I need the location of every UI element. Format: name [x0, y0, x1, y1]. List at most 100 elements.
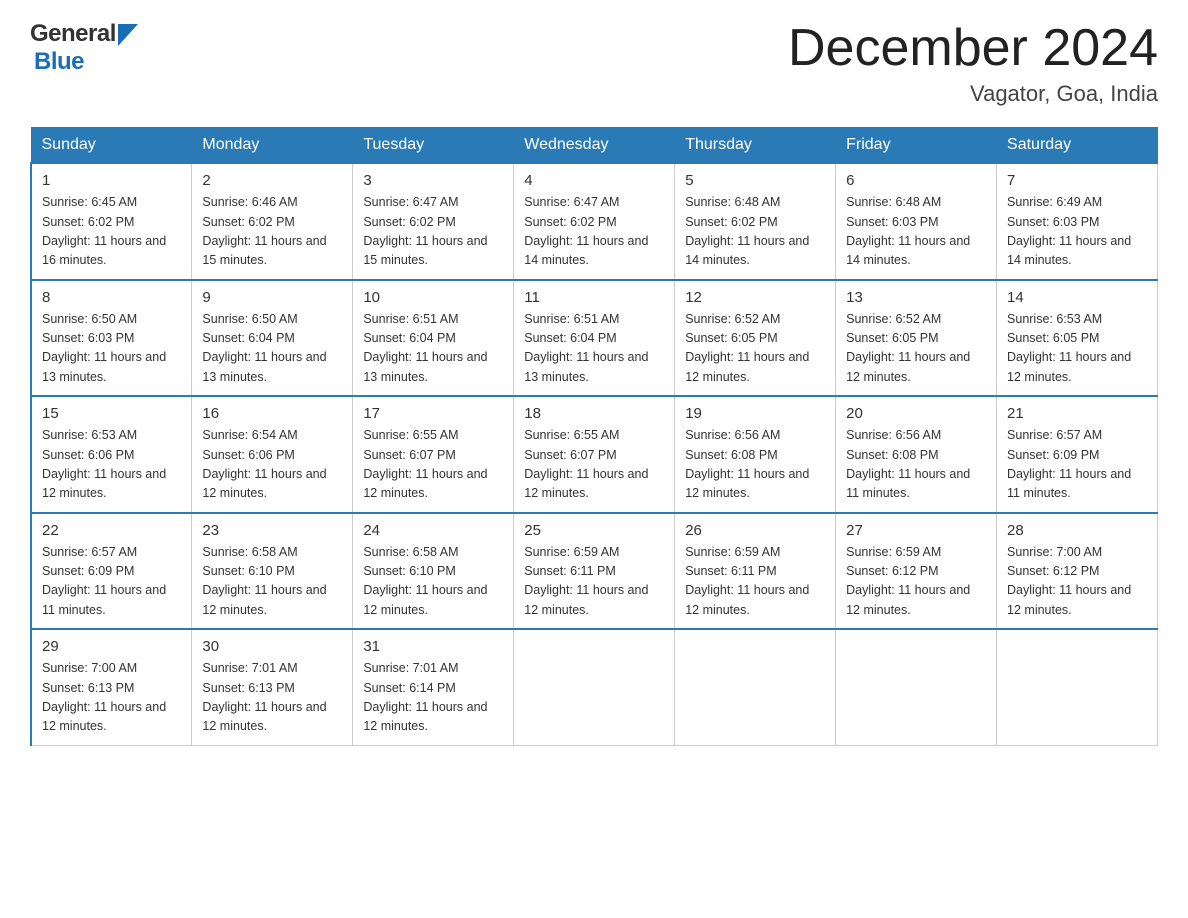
calendar-cell: 26 Sunrise: 6:59 AMSunset: 6:11 PMDayligh… — [675, 513, 836, 630]
day-number: 16 — [202, 405, 342, 422]
day-number: 27 — [846, 522, 986, 539]
logo-triangle-icon — [118, 24, 138, 46]
calendar-cell — [997, 629, 1158, 745]
calendar-cell: 7 Sunrise: 6:49 AMSunset: 6:03 PMDaylight… — [997, 163, 1158, 280]
day-info: Sunrise: 6:55 AMSunset: 6:07 PMDaylight:… — [363, 426, 503, 504]
day-number: 15 — [42, 405, 181, 422]
calendar-cell — [836, 629, 997, 745]
calendar-subtitle: Vagator, Goa, India — [788, 81, 1158, 107]
calendar-cell: 31Sunrise: 7:01 AMSunset: 6:14 PMDayligh… — [353, 629, 514, 745]
calendar-cell: 3 Sunrise: 6:47 AMSunset: 6:02 PMDaylight… — [353, 163, 514, 280]
day-number: 24 — [363, 522, 503, 539]
day-number: 20 — [846, 405, 986, 422]
day-number: 11 — [524, 289, 664, 306]
calendar-cell: 14 Sunrise: 6:53 AMSunset: 6:05 PMDayligh… — [997, 280, 1158, 397]
day-number: 4 — [524, 172, 664, 189]
calendar-cell: 6 Sunrise: 6:48 AMSunset: 6:03 PMDaylight… — [836, 163, 997, 280]
day-number: 9 — [202, 289, 342, 306]
calendar-cell: 8Sunrise: 6:50 AMSunset: 6:03 PMDaylight… — [31, 280, 192, 397]
calendar-cell: 29 Sunrise: 7:00 AMSunset: 6:13 PMDayligh… — [31, 629, 192, 745]
calendar-week-row: 8Sunrise: 6:50 AMSunset: 6:03 PMDaylight… — [31, 280, 1158, 397]
calendar-cell: 10Sunrise: 6:51 AMSunset: 6:04 PMDayligh… — [353, 280, 514, 397]
logo-blue-text: Blue — [34, 48, 84, 76]
day-info: Sunrise: 6:50 AMSunset: 6:04 PMDaylight:… — [202, 310, 342, 388]
calendar-cell: 20 Sunrise: 6:56 AMSunset: 6:08 PMDayligh… — [836, 396, 997, 513]
calendar-cell: 21Sunrise: 6:57 AMSunset: 6:09 PMDayligh… — [997, 396, 1158, 513]
calendar-cell: 2Sunrise: 6:46 AMSunset: 6:02 PMDaylight… — [192, 163, 353, 280]
weekday-header-sunday: Sunday — [31, 128, 192, 164]
day-info: Sunrise: 6:48 AMSunset: 6:02 PMDaylight:… — [685, 193, 825, 271]
calendar-week-row: 22 Sunrise: 6:57 AMSunset: 6:09 PMDayligh… — [31, 513, 1158, 630]
calendar-cell: 24 Sunrise: 6:58 AMSunset: 6:10 PMDayligh… — [353, 513, 514, 630]
calendar-cell: 25 Sunrise: 6:59 AMSunset: 6:11 PMDayligh… — [514, 513, 675, 630]
day-info: Sunrise: 6:53 AMSunset: 6:06 PMDaylight:… — [42, 426, 181, 504]
day-info: Sunrise: 6:59 AMSunset: 6:12 PMDaylight:… — [846, 543, 986, 621]
day-number: 22 — [42, 522, 181, 539]
day-number: 6 — [846, 172, 986, 189]
day-number: 7 — [1007, 172, 1147, 189]
day-number: 30 — [202, 638, 342, 655]
day-info: Sunrise: 6:47 AMSunset: 6:02 PMDaylight:… — [363, 193, 503, 271]
calendar-cell: 16 Sunrise: 6:54 AMSunset: 6:06 PMDayligh… — [192, 396, 353, 513]
calendar-week-row: 1 Sunrise: 6:45 AMSunset: 6:02 PMDaylight… — [31, 163, 1158, 280]
day-info: Sunrise: 6:57 AMSunset: 6:09 PMDaylight:… — [1007, 426, 1147, 504]
calendar-title: December 2024 — [788, 20, 1158, 77]
day-number: 18 — [524, 405, 664, 422]
day-info: Sunrise: 6:50 AMSunset: 6:03 PMDaylight:… — [42, 310, 181, 388]
calendar-cell: 18Sunrise: 6:55 AMSunset: 6:07 PMDayligh… — [514, 396, 675, 513]
day-number: 13 — [846, 289, 986, 306]
day-info: Sunrise: 6:59 AMSunset: 6:11 PMDaylight:… — [524, 543, 664, 621]
day-number: 29 — [42, 638, 181, 655]
day-number: 19 — [685, 405, 825, 422]
calendar-cell: 22 Sunrise: 6:57 AMSunset: 6:09 PMDayligh… — [31, 513, 192, 630]
weekday-header-wednesday: Wednesday — [514, 128, 675, 164]
day-number: 2 — [202, 172, 342, 189]
day-number: 31 — [363, 638, 503, 655]
calendar-cell — [675, 629, 836, 745]
day-info: Sunrise: 6:52 AMSunset: 6:05 PMDaylight:… — [685, 310, 825, 388]
calendar-cell — [514, 629, 675, 745]
weekday-header-thursday: Thursday — [675, 128, 836, 164]
day-info: Sunrise: 6:51 AMSunset: 6:04 PMDaylight:… — [524, 310, 664, 388]
day-number: 26 — [685, 522, 825, 539]
day-number: 5 — [685, 172, 825, 189]
calendar-cell: 5 Sunrise: 6:48 AMSunset: 6:02 PMDaylight… — [675, 163, 836, 280]
calendar-cell: 13 Sunrise: 6:52 AMSunset: 6:05 PMDayligh… — [836, 280, 997, 397]
day-number: 12 — [685, 289, 825, 306]
weekday-header-saturday: Saturday — [997, 128, 1158, 164]
day-number: 28 — [1007, 522, 1147, 539]
day-info: Sunrise: 7:00 AMSunset: 6:13 PMDaylight:… — [42, 659, 181, 737]
day-info: Sunrise: 6:56 AMSunset: 6:08 PMDaylight:… — [685, 426, 825, 504]
calendar-table: SundayMondayTuesdayWednesdayThursdayFrid… — [30, 127, 1158, 746]
calendar-cell: 19 Sunrise: 6:56 AMSunset: 6:08 PMDayligh… — [675, 396, 836, 513]
day-info: Sunrise: 7:00 AMSunset: 6:12 PMDaylight:… — [1007, 543, 1147, 621]
calendar-cell: 23Sunrise: 6:58 AMSunset: 6:10 PMDayligh… — [192, 513, 353, 630]
day-info: Sunrise: 6:48 AMSunset: 6:03 PMDaylight:… — [846, 193, 986, 271]
day-number: 25 — [524, 522, 664, 539]
day-info: Sunrise: 6:56 AMSunset: 6:08 PMDaylight:… — [846, 426, 986, 504]
page-header: General Blue December 2024 Vagator, Goa,… — [30, 20, 1158, 107]
day-info: Sunrise: 6:52 AMSunset: 6:05 PMDaylight:… — [846, 310, 986, 388]
weekday-header-tuesday: Tuesday — [353, 128, 514, 164]
day-info: Sunrise: 6:53 AMSunset: 6:05 PMDaylight:… — [1007, 310, 1147, 388]
day-info: Sunrise: 6:59 AMSunset: 6:11 PMDaylight:… — [685, 543, 825, 621]
weekday-header-monday: Monday — [192, 128, 353, 164]
title-block: December 2024 Vagator, Goa, India — [788, 20, 1158, 107]
logo: General Blue — [30, 20, 138, 76]
calendar-cell: 28 Sunrise: 7:00 AMSunset: 6:12 PMDayligh… — [997, 513, 1158, 630]
day-info: Sunrise: 6:54 AMSunset: 6:06 PMDaylight:… — [202, 426, 342, 504]
day-info: Sunrise: 6:58 AMSunset: 6:10 PMDaylight:… — [363, 543, 503, 621]
day-info: Sunrise: 6:49 AMSunset: 6:03 PMDaylight:… — [1007, 193, 1147, 271]
day-info: Sunrise: 6:45 AMSunset: 6:02 PMDaylight:… — [42, 193, 181, 271]
calendar-cell: 4Sunrise: 6:47 AMSunset: 6:02 PMDaylight… — [514, 163, 675, 280]
day-info: Sunrise: 6:57 AMSunset: 6:09 PMDaylight:… — [42, 543, 181, 621]
calendar-cell: 27 Sunrise: 6:59 AMSunset: 6:12 PMDayligh… — [836, 513, 997, 630]
day-info: Sunrise: 6:51 AMSunset: 6:04 PMDaylight:… — [363, 310, 503, 388]
weekday-header-row: SundayMondayTuesdayWednesdayThursdayFrid… — [31, 128, 1158, 164]
calendar-cell: 15 Sunrise: 6:53 AMSunset: 6:06 PMDayligh… — [31, 396, 192, 513]
day-number: 3 — [363, 172, 503, 189]
calendar-cell: 30Sunrise: 7:01 AMSunset: 6:13 PMDayligh… — [192, 629, 353, 745]
day-number: 1 — [42, 172, 181, 189]
day-number: 23 — [202, 522, 342, 539]
day-number: 14 — [1007, 289, 1147, 306]
